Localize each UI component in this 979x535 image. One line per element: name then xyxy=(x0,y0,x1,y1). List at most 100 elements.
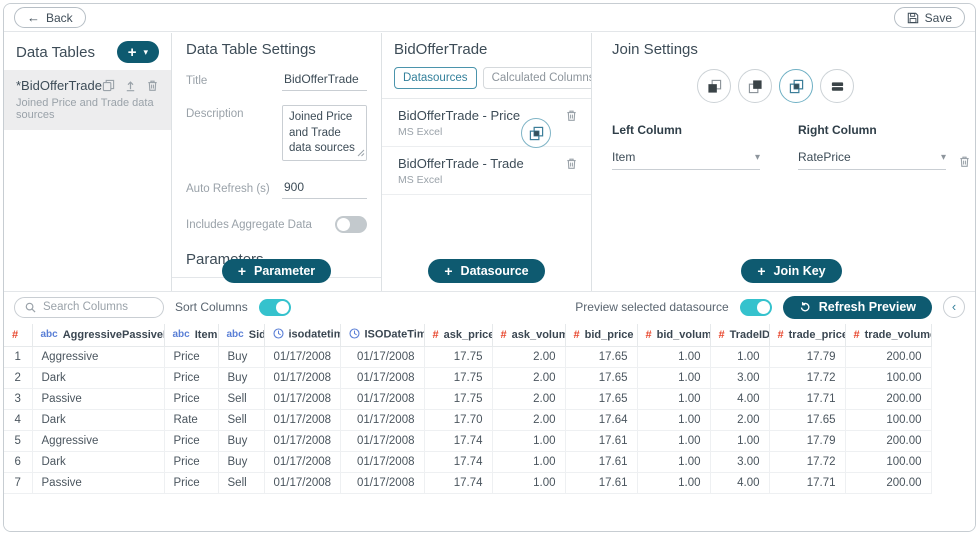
union-join-icon[interactable] xyxy=(820,69,854,103)
data-table-name: *BidOfferTrade xyxy=(16,78,102,93)
column-header-isodatetime[interactable]: isodatetime xyxy=(264,324,340,346)
table-cell: 17.70 xyxy=(424,409,492,430)
table-cell: Buy xyxy=(218,430,264,451)
search-columns-input[interactable] xyxy=(43,301,153,313)
data-table-description: Joined Price and Trade data sources xyxy=(16,97,159,121)
app-frame: ← Back Save Data Tables + ▾ *BidOfferTra… xyxy=(3,3,976,532)
plus-icon: + xyxy=(444,264,452,278)
column-header-AggressivePassiveDark[interactable]: abcAggressivePassiveDark xyxy=(32,324,164,346)
preview-datasource-toggle[interactable] xyxy=(740,299,772,316)
row-number-cell: 6 xyxy=(4,451,32,472)
aggregate-data-toggle[interactable] xyxy=(335,216,367,233)
chevron-down-icon: ▾ xyxy=(755,152,760,163)
add-data-table-button[interactable]: + ▾ xyxy=(117,41,159,63)
table-cell: 17.64 xyxy=(565,409,637,430)
table-cell: 17.74 xyxy=(424,472,492,493)
column-header-Side[interactable]: abcSide xyxy=(218,324,264,346)
description-field[interactable]: Joined Price and Trade data sources xyxy=(282,105,367,161)
table-cell: 1.00 xyxy=(637,388,710,409)
datasources-panel-title: BidOfferTrade xyxy=(382,33,591,58)
table-cell: Price xyxy=(164,346,218,367)
plus-icon: + xyxy=(128,45,137,60)
left-join-icon[interactable] xyxy=(697,69,731,103)
table-cell: 200.00 xyxy=(845,346,931,367)
add-datasource-label: Datasource xyxy=(461,264,529,278)
plus-icon: + xyxy=(238,264,246,278)
delete-icon[interactable] xyxy=(565,109,578,122)
table-cell: 01/17/2008 xyxy=(264,451,340,472)
search-icon xyxy=(25,302,36,313)
column-header-bid_price[interactable]: #bid_price xyxy=(565,324,637,346)
delete-icon[interactable] xyxy=(146,79,159,92)
column-header-trade_price[interactable]: #trade_price xyxy=(769,324,845,346)
text-type-icon: abc xyxy=(41,329,58,340)
table-row: 3PassivePriceSell01/17/200801/17/200817.… xyxy=(4,388,931,409)
table-cell: 100.00 xyxy=(845,451,931,472)
duplicate-icon[interactable] xyxy=(102,79,115,92)
row-number-cell: 5 xyxy=(4,430,32,451)
add-join-key-label: Join Key xyxy=(774,264,826,278)
table-cell: 1.00 xyxy=(710,346,769,367)
table-cell: 1.00 xyxy=(492,430,565,451)
title-field[interactable] xyxy=(282,72,367,91)
sort-columns-label: Sort Columns xyxy=(175,300,248,314)
table-cell: 3.00 xyxy=(710,367,769,388)
column-header-ask_price[interactable]: #ask_price xyxy=(424,324,492,346)
tab-calculated-columns[interactable]: Calculated Columns xyxy=(483,67,604,89)
table-cell: 200.00 xyxy=(845,388,931,409)
table-cell: 01/17/2008 xyxy=(264,346,340,367)
add-parameter-label: Parameter xyxy=(254,264,315,278)
inner-join-icon[interactable] xyxy=(779,69,813,103)
table-cell: 17.74 xyxy=(424,451,492,472)
row-number-icon: # xyxy=(12,329,18,341)
column-header-TradeID[interactable]: #TradeID xyxy=(710,324,769,346)
table-cell: 1.00 xyxy=(637,430,710,451)
table-cell: 17.61 xyxy=(565,451,637,472)
table-cell: 4.00 xyxy=(710,388,769,409)
column-header-trade_volume[interactable]: #trade_volume xyxy=(845,324,931,346)
column-header-ISODateTime[interactable]: ISODateTime xyxy=(340,324,424,346)
add-datasource-button[interactable]: + Datasource xyxy=(428,259,544,283)
column-header-row-number[interactable]: # xyxy=(4,324,32,346)
table-cell: Passive xyxy=(32,388,164,409)
left-column-select[interactable]: Item ▾ xyxy=(612,150,760,170)
add-parameter-button[interactable]: + Parameter xyxy=(222,259,331,283)
data-tables-title: Data Tables xyxy=(16,44,95,61)
delete-join-key-icon[interactable] xyxy=(958,155,971,168)
table-row: 7PassivePriceSell01/17/200801/17/200817.… xyxy=(4,472,931,493)
datasource-item-trade[interactable]: BidOfferTrade - Trade MS Excel xyxy=(382,147,591,195)
right-join-icon[interactable] xyxy=(738,69,772,103)
collapse-preview-button[interactable]: ‹ xyxy=(943,296,965,318)
table-cell: Buy xyxy=(218,346,264,367)
table-cell: Rate xyxy=(164,409,218,430)
table-cell: 01/17/2008 xyxy=(340,367,424,388)
back-button[interactable]: ← Back xyxy=(14,7,86,28)
add-join-key-button[interactable]: + Join Key xyxy=(741,259,841,283)
title-field-label: Title xyxy=(186,72,282,91)
save-icon xyxy=(907,12,919,24)
auto-refresh-field[interactable] xyxy=(282,180,367,199)
table-cell: 4.00 xyxy=(710,472,769,493)
datasource-item-price[interactable]: BidOfferTrade - Price MS Excel xyxy=(382,99,591,147)
data-table-list-item[interactable]: *BidOfferTrade Joined Price and Trade xyxy=(4,70,171,130)
right-column-select[interactable]: RatePrice ▾ xyxy=(798,150,946,170)
column-header-bid_volume[interactable]: #bid_volume xyxy=(637,324,710,346)
table-cell: 17.75 xyxy=(424,367,492,388)
number-type-icon: # xyxy=(719,329,725,341)
sort-columns-toggle[interactable] xyxy=(259,299,291,316)
column-header-ask_volume[interactable]: #ask_volume xyxy=(492,324,565,346)
upload-icon[interactable] xyxy=(124,79,137,92)
search-columns-box xyxy=(14,297,164,318)
save-button[interactable]: Save xyxy=(894,7,965,28)
number-type-icon: # xyxy=(433,329,439,341)
table-cell: 17.72 xyxy=(769,451,845,472)
tab-datasources[interactable]: Datasources xyxy=(394,67,477,89)
delete-icon[interactable] xyxy=(565,157,578,170)
column-header-Item[interactable]: abcItem xyxy=(164,324,218,346)
refresh-preview-button[interactable]: Refresh Preview xyxy=(783,296,932,319)
left-column-group: Left Column Item ▾ xyxy=(612,123,760,170)
back-button-label: Back xyxy=(46,11,73,25)
table-cell: 17.61 xyxy=(565,472,637,493)
table-cell: 1.00 xyxy=(492,451,565,472)
join-settings-icon[interactable] xyxy=(521,118,551,148)
